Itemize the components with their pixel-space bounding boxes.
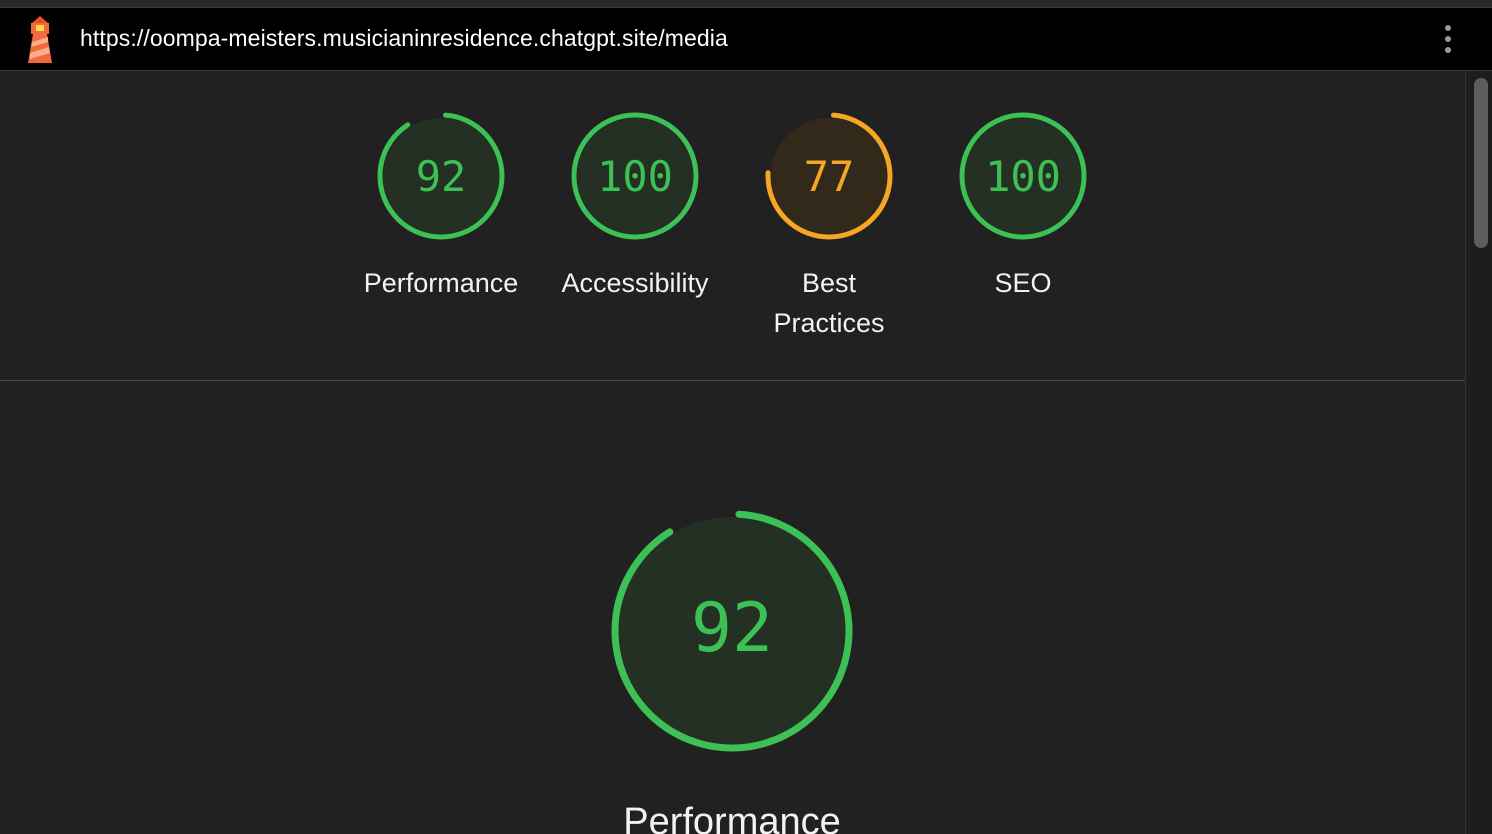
- gauge-label: Performance: [363, 268, 519, 298]
- gauge-label: SEO: [994, 268, 1052, 298]
- url-text[interactable]: https://oompa-meisters.musicianinresiden…: [80, 25, 728, 52]
- window-top-edge: [0, 0, 1492, 8]
- address-bar: https://oompa-meisters.musicianinresiden…: [0, 8, 1492, 71]
- main-gauge-ring: 92: [611, 510, 853, 752]
- gauge-label: Best Practices: [734, 263, 924, 343]
- main-gauge-score: 92: [691, 589, 773, 668]
- gauge-accessibility[interactable]: 100 Accessibility: [540, 111, 730, 303]
- scrollbar-thumb[interactable]: [1474, 78, 1488, 248]
- gauge-ring: 100: [571, 112, 699, 240]
- vertical-scrollbar[interactable]: [1465, 71, 1492, 834]
- gauge-label-line: Practices: [773, 308, 885, 338]
- gauge-ring: 92: [377, 112, 505, 240]
- performance-main-gauge: 92: [536, 509, 928, 758]
- section-divider: [0, 380, 1465, 381]
- performance-section-title: Performance: [623, 801, 841, 834]
- vertical-dots-icon-dot: [1445, 36, 1451, 42]
- vertical-dots-icon: [1445, 25, 1451, 31]
- gauge-label-line: Best: [801, 268, 857, 298]
- vertical-dots-icon-dot: [1445, 47, 1451, 53]
- gauge-label: Accessibility: [561, 268, 709, 298]
- gauge-ring: 77: [765, 112, 893, 240]
- gauge-ring: 100: [959, 112, 1087, 240]
- report-content: 92 Performance 100 Accessibility 77 Best…: [0, 71, 1465, 834]
- gauge-best-practices[interactable]: 77 Best Practices: [734, 111, 924, 343]
- gauge-score: 77: [804, 152, 855, 201]
- gauge-performance[interactable]: 92 Performance: [346, 111, 536, 303]
- gauge-seo[interactable]: 100 SEO: [928, 111, 1118, 303]
- more-options-button[interactable]: [1434, 22, 1462, 56]
- lighthouse-icon: [22, 15, 58, 65]
- gauge-score: 100: [597, 152, 673, 201]
- gauge-score: 100: [985, 152, 1061, 201]
- score-gauges: 92 Performance 100 Accessibility 77 Best…: [340, 111, 1120, 371]
- gauge-score: 92: [416, 152, 467, 201]
